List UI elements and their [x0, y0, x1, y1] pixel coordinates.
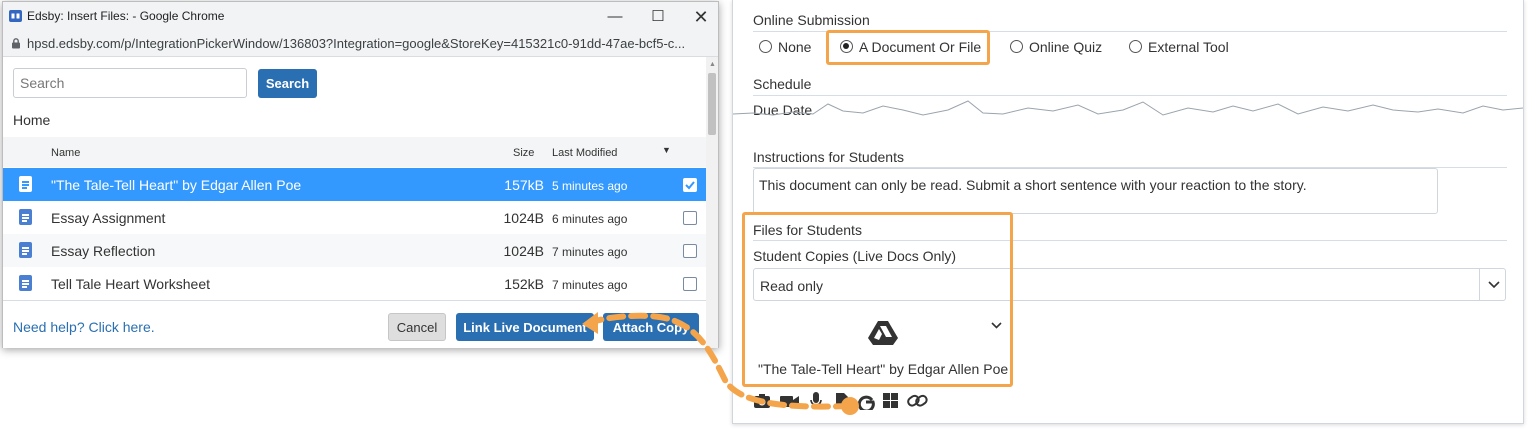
- file-size: 157kB: [504, 177, 544, 193]
- file-modified: 7 minutes ago: [552, 278, 628, 292]
- google-doc-icon: [19, 176, 32, 192]
- column-last-modified[interactable]: Last Modified: [552, 147, 617, 159]
- file-modified: 6 minutes ago: [552, 212, 628, 226]
- microsoft-icon[interactable]: [883, 393, 899, 409]
- option-none-label[interactable]: None: [778, 39, 811, 55]
- schedule-label: Schedule: [753, 76, 812, 92]
- address-bar[interactable]: hpsd.edsby.com/p/IntegrationPickerWindow…: [3, 31, 718, 57]
- window-title: Edsby: Insert Files: - Google Chrome: [27, 9, 225, 23]
- checkmark-icon: [685, 181, 695, 190]
- file-checkbox[interactable]: [683, 277, 697, 291]
- torn-edge: [733, 100, 1523, 116]
- search-input[interactable]: [13, 68, 247, 98]
- file-size: 1024B: [503, 243, 544, 259]
- file-size: 1024B: [503, 210, 544, 226]
- file-modified: 5 minutes ago: [552, 179, 628, 193]
- search-button[interactable]: Search: [258, 69, 317, 98]
- file-name: "The Tale-Tell Heart" by Edgar Allen Poe: [51, 177, 302, 193]
- link-icon[interactable]: [907, 392, 929, 410]
- radio-document-or-file[interactable]: [840, 40, 853, 53]
- google-doc-icon: [19, 275, 32, 291]
- cancel-button[interactable]: Cancel: [388, 313, 446, 341]
- file-row[interactable]: Essay Reflection 1024B 7 minutes ago: [3, 234, 706, 267]
- option-quiz-label[interactable]: Online Quiz: [1029, 39, 1102, 55]
- scrollbar-thumb[interactable]: [708, 73, 716, 135]
- help-link[interactable]: Need help? Click here.: [13, 319, 155, 335]
- file-row[interactable]: Tell Tale Heart Worksheet 152kB 7 minute…: [3, 267, 706, 300]
- file-checkbox[interactable]: [683, 244, 697, 258]
- file-name: Essay Assignment: [51, 210, 166, 226]
- sort-caret-icon[interactable]: ▼: [662, 145, 671, 155]
- file-size: 152kB: [504, 276, 544, 292]
- instructions-textarea[interactable]: This document can only be read. Submit a…: [753, 168, 1438, 214]
- window-titlebar[interactable]: Edsby: Insert Files: - Google Chrome — ☐…: [3, 2, 718, 31]
- scroll-up-icon[interactable]: ▲: [709, 61, 716, 68]
- option-external-label[interactable]: External Tool: [1148, 39, 1229, 55]
- google-doc-icon: [19, 242, 32, 258]
- minimize-icon[interactable]: —: [600, 6, 630, 28]
- radio-external-tool[interactable]: [1129, 40, 1142, 53]
- breadcrumb-home[interactable]: Home: [13, 112, 50, 128]
- insert-files-window: Edsby: Insert Files: - Google Chrome — ☐…: [2, 1, 719, 348]
- radio-none[interactable]: [759, 40, 772, 53]
- online-submission-label: Online Submission: [753, 12, 870, 28]
- file-modified: 7 minutes ago: [552, 245, 628, 259]
- select-divider: [1479, 269, 1480, 300]
- option-document-label[interactable]: A Document Or File: [859, 39, 981, 55]
- dashed-arrow: [582, 312, 859, 415]
- column-size[interactable]: Size: [513, 147, 534, 159]
- lock-icon: [12, 38, 20, 49]
- url-text: hpsd.edsby.com/p/IntegrationPickerWindow…: [27, 36, 686, 51]
- file-checkbox[interactable]: [683, 211, 697, 225]
- file-row[interactable]: "The Tale-Tell Heart" by Edgar Allen Poe…: [3, 168, 706, 201]
- file-table-header: Name Size Last Modified ▼: [3, 137, 706, 167]
- file-name: Essay Reflection: [51, 243, 156, 259]
- radio-online-quiz[interactable]: [1010, 40, 1023, 53]
- chevron-down-icon[interactable]: [1488, 281, 1500, 289]
- instructions-text: This document can only be read. Submit a…: [759, 177, 1307, 193]
- instructions-label: Instructions for Students: [753, 149, 904, 165]
- column-name[interactable]: Name: [51, 147, 80, 159]
- file-name: Tell Tale Heart Worksheet: [51, 276, 210, 292]
- link-live-document-button[interactable]: Link Live Document: [456, 313, 594, 341]
- file-row[interactable]: Essay Assignment 1024B 6 minutes ago: [3, 201, 706, 234]
- edsby-app-icon: [9, 10, 22, 22]
- close-icon[interactable]: ✕: [686, 6, 716, 28]
- google-doc-icon: [19, 209, 32, 225]
- maximize-icon[interactable]: ☐: [643, 6, 673, 28]
- file-checkbox-checked[interactable]: [683, 178, 697, 192]
